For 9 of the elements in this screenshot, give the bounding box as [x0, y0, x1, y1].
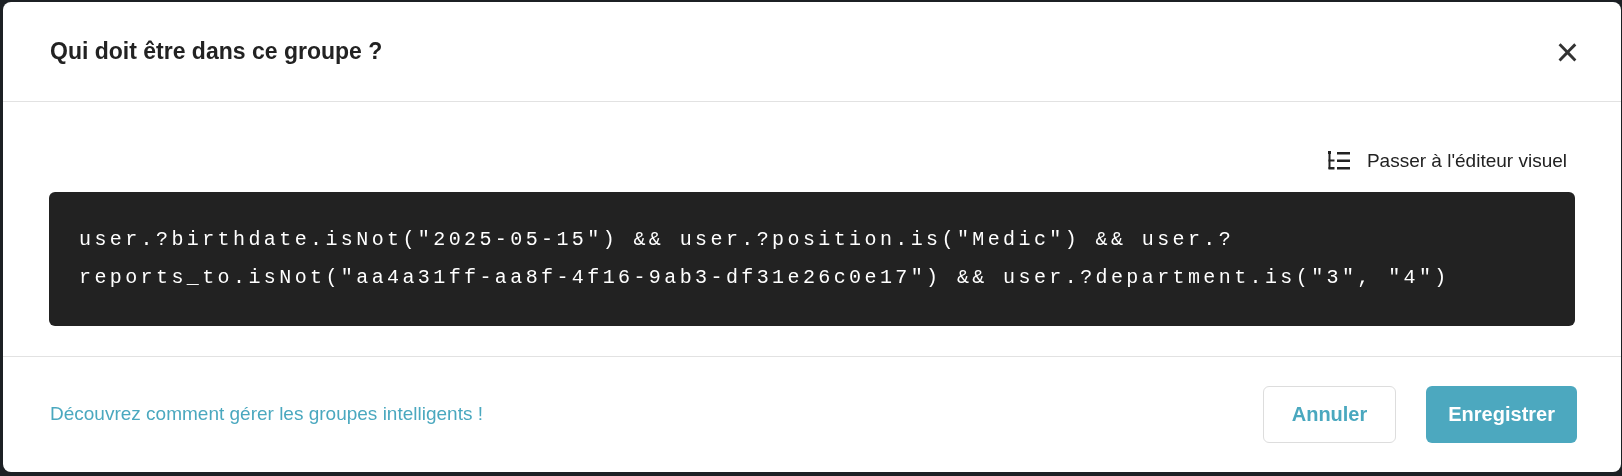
- dialog-title: Qui doit être dans ce groupe ?: [50, 37, 383, 67]
- code-line: user.?birthdate.isNot("2025-05-15") && user.?position.is("Medic") && user.?: [79, 226, 1236, 253]
- cancel-button[interactable]: Annuler: [1262, 385, 1397, 443]
- close-button[interactable]: ×: [1551, 31, 1583, 72]
- visual-editor-link[interactable]: Passer à l'éditeur visuel: [1326, 147, 1567, 176]
- tree-list-icon: [1326, 150, 1351, 173]
- save-button[interactable]: Enregistrer: [1426, 385, 1577, 443]
- code-line: reports_to.isNot("aa4a31ff-aa8f-4f16-9ab3-df31e26c0e17") && user.?department.is("3", "4"): [79, 264, 1451, 291]
- help-link[interactable]: Découvrez comment gérer les groupes intelligents !: [50, 400, 483, 429]
